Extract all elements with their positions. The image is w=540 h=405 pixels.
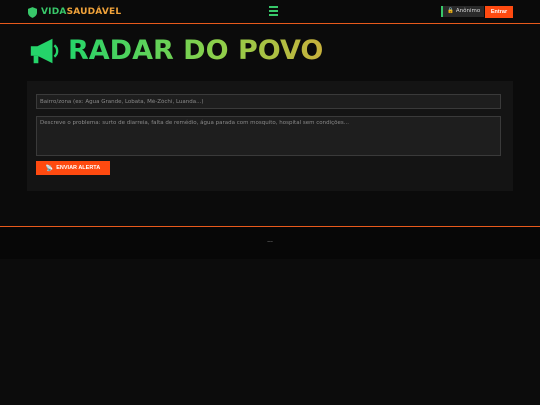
anonymous-toggle[interactable]: 🔒 Anônimo (441, 6, 485, 17)
menu-icon[interactable] (269, 6, 278, 16)
brand-name: VIDASAUDÁVEL (41, 6, 121, 18)
login-button[interactable]: Entrar (485, 6, 513, 18)
top-navigation-bar: VIDASAUDÁVEL 🔒 Anônimo Entrar (0, 0, 540, 24)
hero-section: RADAR DO POVO 📡 ENVIAR ALERTA (0, 24, 540, 226)
footer: ... (0, 226, 540, 259)
send-alert-label: ENVIAR ALERTA (56, 165, 101, 171)
lock-icon: 🔒 (447, 8, 454, 14)
megaphone-icon (30, 38, 59, 64)
alert-form-card: 📡 ENVIAR ALERTA (27, 81, 513, 191)
brand-name-saudavel: SAUDÁVEL (66, 7, 122, 17)
shield-icon (28, 6, 37, 18)
problem-description-textarea[interactable] (36, 116, 501, 156)
neighborhood-input[interactable] (36, 94, 501, 109)
title-row: RADAR DO POVO (28, 36, 323, 66)
empty-page-area (0, 259, 540, 405)
brand-logo[interactable]: VIDASAUDÁVEL (28, 5, 121, 19)
send-alert-button[interactable]: 📡 ENVIAR ALERTA (36, 161, 110, 175)
page-title: RADAR DO POVO (68, 35, 324, 66)
brand-name-vida: VIDA (41, 7, 67, 17)
footer-text: ... (267, 237, 273, 244)
antenna-icon: 📡 (45, 165, 54, 172)
anonymous-label: Anônimo (455, 8, 481, 14)
